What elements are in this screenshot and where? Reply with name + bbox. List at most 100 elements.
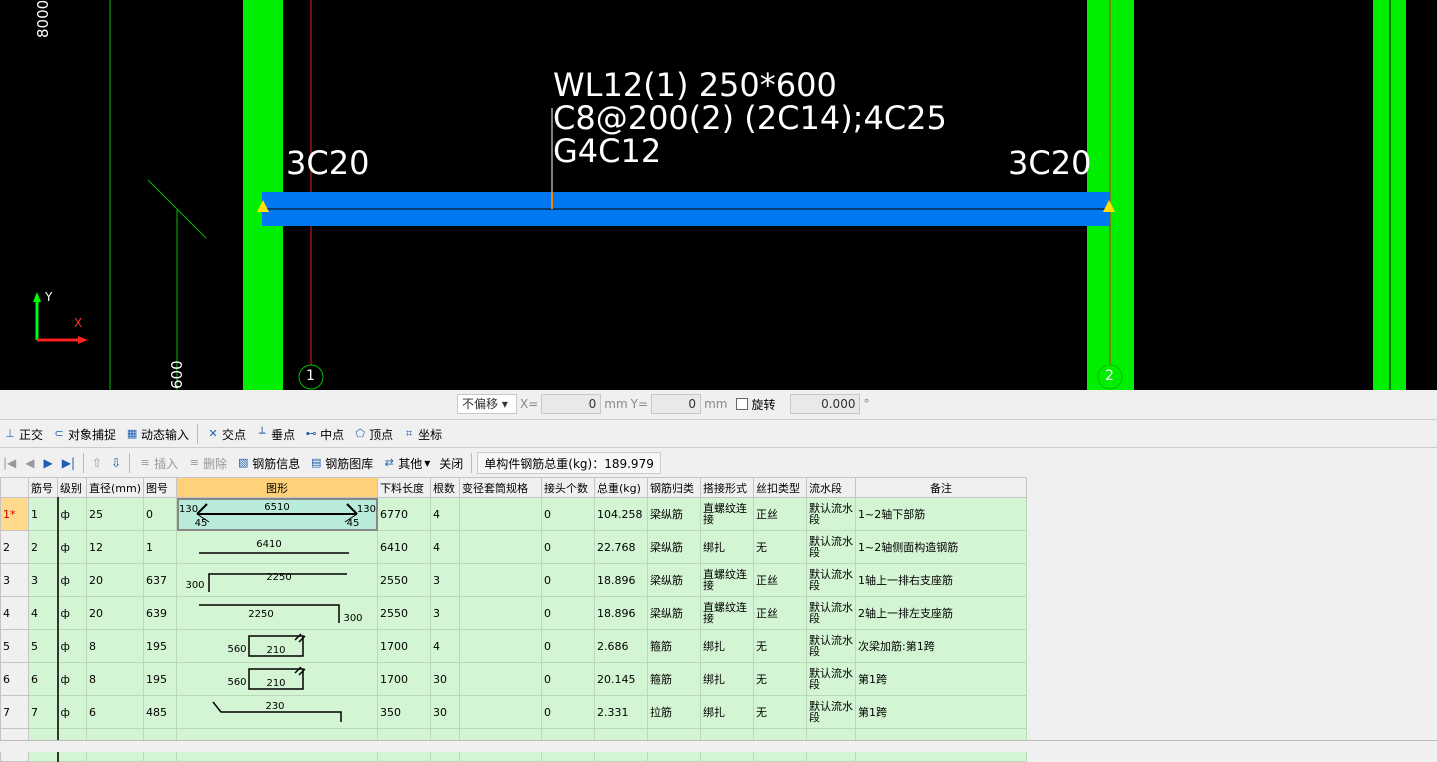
x-input[interactable]: 0: [541, 394, 602, 414]
row-header[interactable]: 4: [0, 596, 29, 630]
cell-thread[interactable]: 无: [753, 530, 808, 564]
ortho-button[interactable]: ⊥ 正交: [0, 423, 46, 445]
cell-sleeve[interactable]: [459, 695, 543, 729]
cell-seg[interactable]: 默认流水段: [806, 695, 857, 729]
cell-count[interactable]: 30: [430, 662, 461, 696]
row-header[interactable]: 7: [0, 695, 29, 729]
cell-count[interactable]: 4: [430, 497, 461, 531]
rebar-shape-cell[interactable]: 2250 300: [176, 596, 379, 630]
close-button[interactable]: 关闭: [436, 452, 466, 474]
cell-len[interactable]: 6770: [377, 497, 432, 531]
cell-note[interactable]: 次梁加筋:第1跨: [855, 629, 1028, 663]
cell-note[interactable]: 1~2轴侧面构造钢筋: [855, 530, 1028, 564]
rebar-shape-cell[interactable]: 6410: [176, 530, 379, 564]
col-header[interactable]: 图形: [176, 477, 379, 498]
cell-note[interactable]: 2轴上一排左支座筋: [855, 596, 1028, 630]
cell-dia[interactable]: 6: [85, 695, 145, 729]
table-row[interactable]: 3 3 ф 20 637 300 2250 2550 3 0 18.896 梁纵筋 直螺纹连接 正丝 默认流…: [0, 563, 1028, 597]
row-header[interactable]: 6: [0, 662, 29, 696]
first-record-button[interactable]: |◀: [0, 452, 19, 474]
cell-no[interactable]: 4: [28, 596, 59, 630]
cell-len[interactable]: 2550: [377, 596, 432, 630]
cell-weight[interactable]: 2.331: [594, 695, 649, 729]
cell-joints[interactable]: 0: [541, 662, 596, 696]
col-header[interactable]: 变径套筒规格: [459, 477, 543, 498]
cell-weight[interactable]: 18.896: [594, 596, 649, 630]
cell-count[interactable]: 30: [430, 695, 461, 729]
col-header[interactable]: 接头个数: [541, 477, 596, 498]
cell-cat[interactable]: 梁纵筋: [647, 563, 702, 597]
cell-joints[interactable]: 0: [541, 530, 596, 564]
cell-cat[interactable]: 箍筋: [647, 662, 702, 696]
cell-joints[interactable]: 0: [541, 497, 596, 531]
col-header[interactable]: 钢筋归类: [647, 477, 702, 498]
cell-sleeve[interactable]: [459, 563, 543, 597]
col-header[interactable]: 直径(mm): [85, 477, 145, 498]
object-snap-button[interactable]: ⊂ 对象捕捉: [49, 423, 119, 445]
rebar-shape-cell[interactable]: 560 210: [176, 662, 379, 696]
col-header[interactable]: 筋号: [28, 477, 58, 498]
col-header[interactable]: 备注: [855, 477, 1028, 498]
cell-thread[interactable]: 无: [753, 662, 808, 696]
cell-len[interactable]: 2550: [377, 563, 432, 597]
col-header[interactable]: 根数: [430, 477, 461, 498]
rotate-input[interactable]: 0.000: [790, 394, 861, 414]
cell-dia[interactable]: 12: [85, 530, 145, 564]
table-row[interactable]: 6 6 ф 8 195 560 210 1700 30 0 20.145 箍筋 绑扎无默认流水段 第1跨: [0, 662, 1028, 696]
cell-lap[interactable]: 直螺纹连接: [700, 596, 755, 630]
delete-button[interactable]: ≡ 删除: [184, 452, 230, 474]
col-header[interactable]: 级别: [57, 477, 87, 498]
next-record-button[interactable]: ▶: [41, 452, 56, 474]
cell-dia[interactable]: 25: [85, 497, 145, 531]
row-header[interactable]: 1*: [0, 497, 29, 531]
prev-record-button[interactable]: ◀: [22, 452, 37, 474]
y-input[interactable]: 0: [651, 394, 702, 414]
cell-seg[interactable]: 默认流水段: [806, 497, 857, 531]
cell-fig[interactable]: 195: [143, 629, 178, 663]
cell-weight[interactable]: 104.258: [594, 497, 649, 531]
col-header[interactable]: 下料长度: [377, 477, 432, 498]
rebar-info-button[interactable]: ▧ 钢筋信息: [233, 452, 303, 474]
cell-len[interactable]: 6410: [377, 530, 432, 564]
cell-dia[interactable]: 8: [85, 662, 145, 696]
row-header[interactable]: 5: [0, 629, 29, 663]
cell-sleeve[interactable]: [459, 530, 543, 564]
cell-no[interactable]: 2: [28, 530, 59, 564]
cell-no[interactable]: 7: [28, 695, 59, 729]
row-header[interactable]: 3: [0, 563, 29, 597]
cell-thread[interactable]: 无: [753, 629, 808, 663]
cell-lap[interactable]: 直螺纹连接: [700, 497, 755, 531]
cell-lap[interactable]: 绑扎: [700, 530, 755, 564]
cell-grade[interactable]: ф: [57, 629, 87, 663]
cell-dia[interactable]: 8: [85, 629, 145, 663]
cell-lap[interactable]: 绑扎: [700, 695, 755, 729]
coordinate-snap-button[interactable]: ⌗ 坐标: [399, 423, 445, 445]
other-menu-button[interactable]: ⇄ 其他 ▾: [379, 452, 433, 474]
cell-count[interactable]: 4: [430, 629, 461, 663]
cell-fig[interactable]: 637: [143, 563, 178, 597]
cell-seg[interactable]: 默认流水段: [806, 662, 857, 696]
cell-cat[interactable]: 梁纵筋: [647, 497, 702, 531]
cell-weight[interactable]: 18.896: [594, 563, 649, 597]
cell-sleeve[interactable]: [459, 629, 543, 663]
rebar-shape-cell[interactable]: 230: [176, 695, 379, 729]
row-header[interactable]: 2: [0, 530, 29, 564]
cell-fig[interactable]: 0: [143, 497, 178, 531]
cell-fig[interactable]: 485: [143, 695, 178, 729]
cell-fig[interactable]: 195: [143, 662, 178, 696]
cell-grade[interactable]: ф: [57, 596, 87, 630]
move-down-button[interactable]: ⇩: [108, 452, 124, 474]
rotate-checkbox[interactable]: [736, 398, 749, 410]
cell-thread[interactable]: 正丝: [753, 563, 808, 597]
cell-count[interactable]: 4: [430, 530, 461, 564]
col-header[interactable]: 丝扣类型: [753, 477, 808, 498]
cell-sleeve[interactable]: [459, 596, 543, 630]
midpoint-snap-button[interactable]: ⊷ 中点: [301, 423, 347, 445]
cell-weight[interactable]: 22.768: [594, 530, 649, 564]
cell-weight[interactable]: 20.145: [594, 662, 649, 696]
intersection-snap-button[interactable]: ✕ 交点: [203, 423, 249, 445]
cell-no[interactable]: 6: [28, 662, 59, 696]
cell-len[interactable]: 1700: [377, 662, 432, 696]
rebar-shape-cell[interactable]: 130 6510 130 45 45: [176, 497, 379, 531]
cell-lap[interactable]: 绑扎: [700, 629, 755, 663]
